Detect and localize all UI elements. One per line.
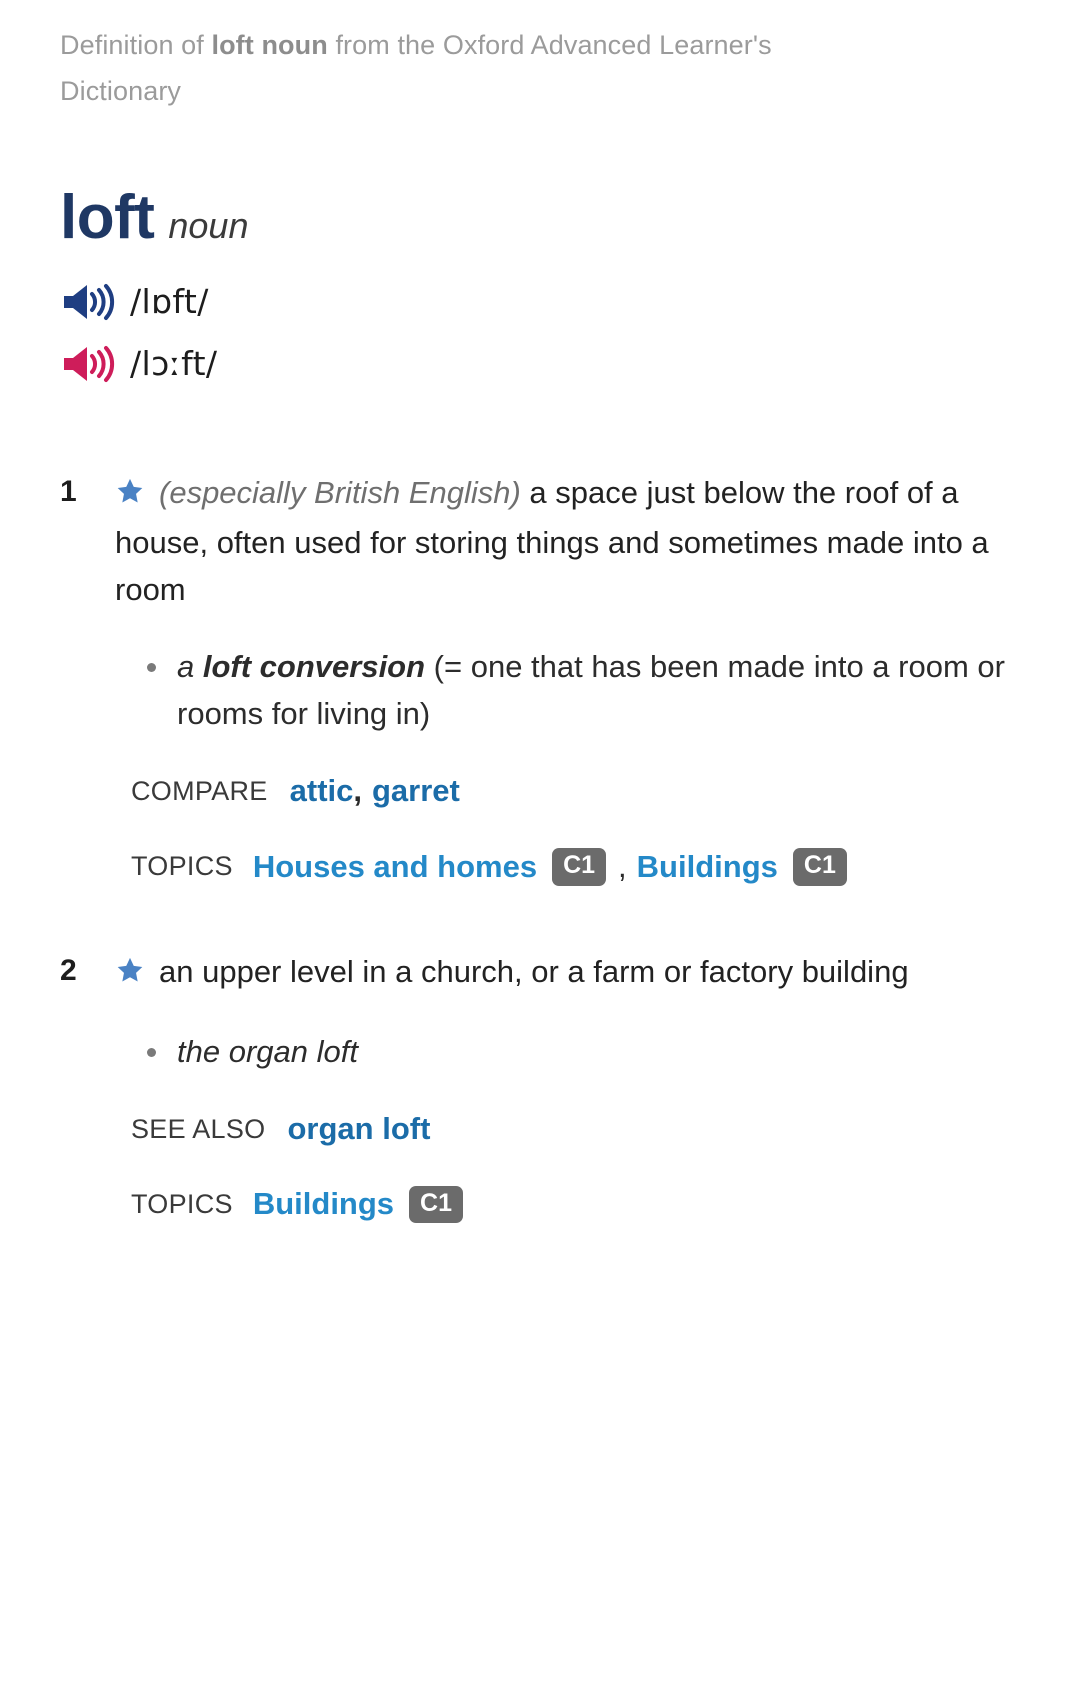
cefr-badge: C1 xyxy=(552,848,607,886)
sense-number: 1 xyxy=(60,474,77,508)
topics-label: TOPICS xyxy=(131,851,233,882)
example-item: a loft conversion (= one that has been m… xyxy=(131,643,1020,737)
pronunciation-british: /lɒft/ xyxy=(60,271,1020,333)
speaker-icon[interactable] xyxy=(60,282,116,322)
compare-row: COMPARE attic, garret xyxy=(115,769,1020,814)
compare-label: COMPARE xyxy=(131,776,268,807)
sense-2: 2 an upper level in a church, or a farm … xyxy=(60,948,1020,1224)
topics-row: TOPICS Buildings C1 xyxy=(115,1185,1020,1224)
page-title: loft xyxy=(60,182,155,252)
topic-link-buildings[interactable]: Buildings xyxy=(637,849,778,885)
sense-definition: an upper level in a church, or a farm or… xyxy=(115,948,1020,998)
cefr-badge: C1 xyxy=(409,1185,464,1224)
sense-1: 1 (especially British English) a space j… xyxy=(60,469,1020,886)
pronunciation-list: /lɒft/ /lɔːft/ xyxy=(60,271,1020,395)
cefr-badge: C1 xyxy=(792,848,847,886)
example-list: a loft conversion (= one that has been m… xyxy=(115,643,1020,737)
compare-separator: , xyxy=(353,773,362,809)
star-icon xyxy=(115,472,145,519)
compare-link-garret[interactable]: garret xyxy=(372,769,460,814)
entry-header-headword: loft noun xyxy=(211,30,328,60)
entry-header-prefix: Definition of xyxy=(60,30,212,60)
topics-row: TOPICS Houses and homes C1 , Buildings C… xyxy=(115,848,1020,886)
speaker-icon[interactable] xyxy=(60,344,116,384)
topics-separator: , xyxy=(618,848,627,884)
topic-link-houses-and-homes[interactable]: Houses and homes xyxy=(253,849,537,885)
example-list: the organ loft xyxy=(115,1028,1020,1075)
headword-block: loft noun xyxy=(60,182,1020,252)
example-lead: a xyxy=(177,649,203,685)
sense-definition: (especially British English) a space jus… xyxy=(115,469,1020,613)
topic-link-buildings[interactable]: Buildings xyxy=(253,1186,394,1222)
sense-number: 2 xyxy=(60,953,77,987)
compare-link-attic[interactable]: attic xyxy=(290,769,354,814)
example-item: the organ loft xyxy=(131,1028,1020,1075)
dictionary-entry-page: Definition of loft noun from the Oxford … xyxy=(0,0,1080,1681)
see-also-link-organ-loft[interactable]: organ loft xyxy=(287,1107,430,1152)
phonetic-american: /lɔːft/ xyxy=(130,344,218,384)
entry-header: Definition of loft noun from the Oxford … xyxy=(60,0,850,115)
see-also-row: SEE ALSO organ loft xyxy=(115,1107,1020,1152)
sense-region-label: (especially British English) xyxy=(159,474,521,510)
part-of-speech: noun xyxy=(168,204,249,246)
phonetic-british: /lɒft/ xyxy=(130,282,209,322)
sense-list: 1 (especially British English) a space j… xyxy=(60,469,1020,1224)
sense-definition-text: an upper level in a church, or a farm or… xyxy=(159,953,909,989)
example-collocation: loft conversion xyxy=(202,649,426,685)
star-icon xyxy=(115,951,145,998)
pronunciation-american: /lɔːft/ xyxy=(60,333,1020,395)
example-lead: the organ loft xyxy=(177,1033,358,1069)
topics-label: TOPICS xyxy=(131,1188,233,1219)
see-also-label: SEE ALSO xyxy=(131,1113,266,1144)
